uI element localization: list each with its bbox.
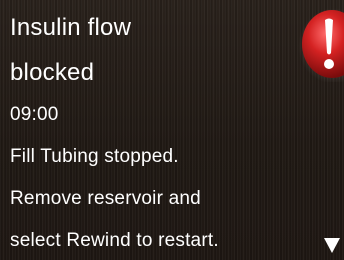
triangle-down-icon[interactable]	[323, 236, 341, 254]
alert-message-line-2: Remove reservoir and	[10, 188, 201, 209]
alert-title-line-1: Insulin flow	[10, 14, 132, 41]
alert-message-line-1: Fill Tubing stopped.	[10, 146, 179, 167]
alert-message-line-3: select Rewind to restart.	[10, 230, 219, 251]
alert-time: 09:00	[10, 104, 59, 125]
alert-icon	[298, 8, 344, 82]
pump-alert-screen: Insulin flow blocked 09:00 Fill Tubing s…	[0, 0, 344, 260]
alert-title-line-2: blocked	[10, 59, 95, 86]
